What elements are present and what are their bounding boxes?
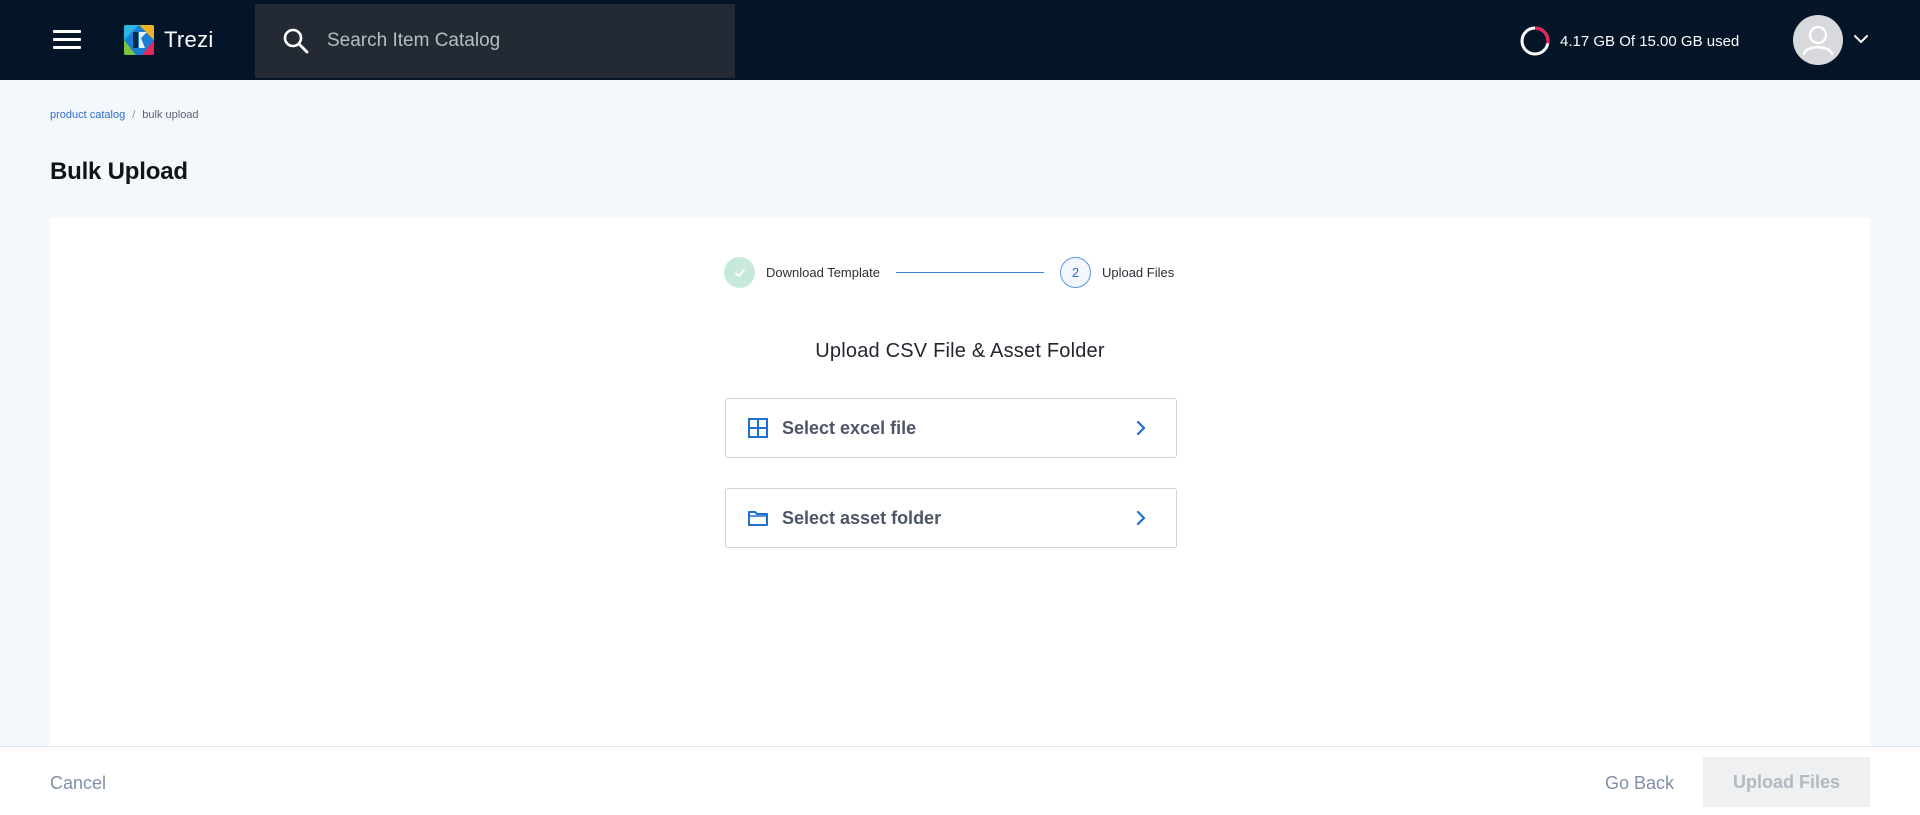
chevron-right-icon — [1136, 420, 1146, 436]
user-avatar-icon[interactable] — [1793, 15, 1843, 65]
step-label-download-template: Download Template — [766, 265, 880, 280]
app-name: Trezi — [164, 27, 214, 52]
top-navigation-bar: Trezi 4.17 GB Of 15.00 GB used — [0, 0, 1920, 80]
select-asset-folder-label: Select asset folder — [782, 507, 942, 528]
hamburger-menu-icon[interactable] — [50, 26, 84, 54]
storage-usage: 4.17 GB Of 15.00 GB used — [1518, 24, 1739, 58]
step-label-upload-files: Upload Files — [1101, 265, 1175, 280]
search-icon[interactable] — [281, 26, 311, 56]
page-title: Bulk Upload — [50, 158, 188, 185]
grid-icon — [748, 418, 768, 438]
search-input[interactable] — [327, 21, 735, 61]
chevron-down-icon[interactable] — [1852, 30, 1870, 48]
storage-label: 4.17 GB Of 15.00 GB used — [1560, 32, 1740, 50]
step-number-badge: 2 — [1059, 257, 1091, 288]
go-back-button[interactable]: Go Back — [1605, 773, 1674, 794]
upload-files-button[interactable]: Upload Files — [1703, 757, 1870, 807]
breadcrumb: product catalog / bulk upload — [50, 109, 199, 121]
folder-icon — [748, 511, 768, 526]
breadcrumb-current: bulk upload — [142, 109, 199, 121]
bulk-upload-card: Download Template 2 Upload Files Upload … — [50, 218, 1870, 748]
step-connector — [895, 272, 1044, 273]
cancel-button[interactable]: Cancel — [50, 773, 106, 794]
chevron-right-icon — [1136, 510, 1146, 526]
upload-section-title: Upload CSV File & Asset Folder — [815, 340, 1105, 362]
select-asset-folder-button[interactable]: Select asset folder — [725, 488, 1177, 548]
breadcrumb-link-product-catalog[interactable]: product catalog — [50, 109, 125, 121]
stepper: Download Template 2 Upload Files — [724, 257, 1174, 288]
select-excel-file-label: Select excel file — [782, 417, 917, 438]
storage-ring-icon — [1520, 26, 1550, 56]
action-footer: Cancel Go Back Upload Files — [0, 746, 1920, 815]
check-icon — [724, 257, 755, 288]
trezi-logo-icon — [124, 25, 154, 55]
breadcrumb-separator: / — [132, 109, 136, 121]
select-excel-file-button[interactable]: Select excel file — [725, 398, 1177, 458]
search-bar — [255, 4, 735, 78]
app-logo[interactable]: Trezi — [124, 25, 214, 55]
